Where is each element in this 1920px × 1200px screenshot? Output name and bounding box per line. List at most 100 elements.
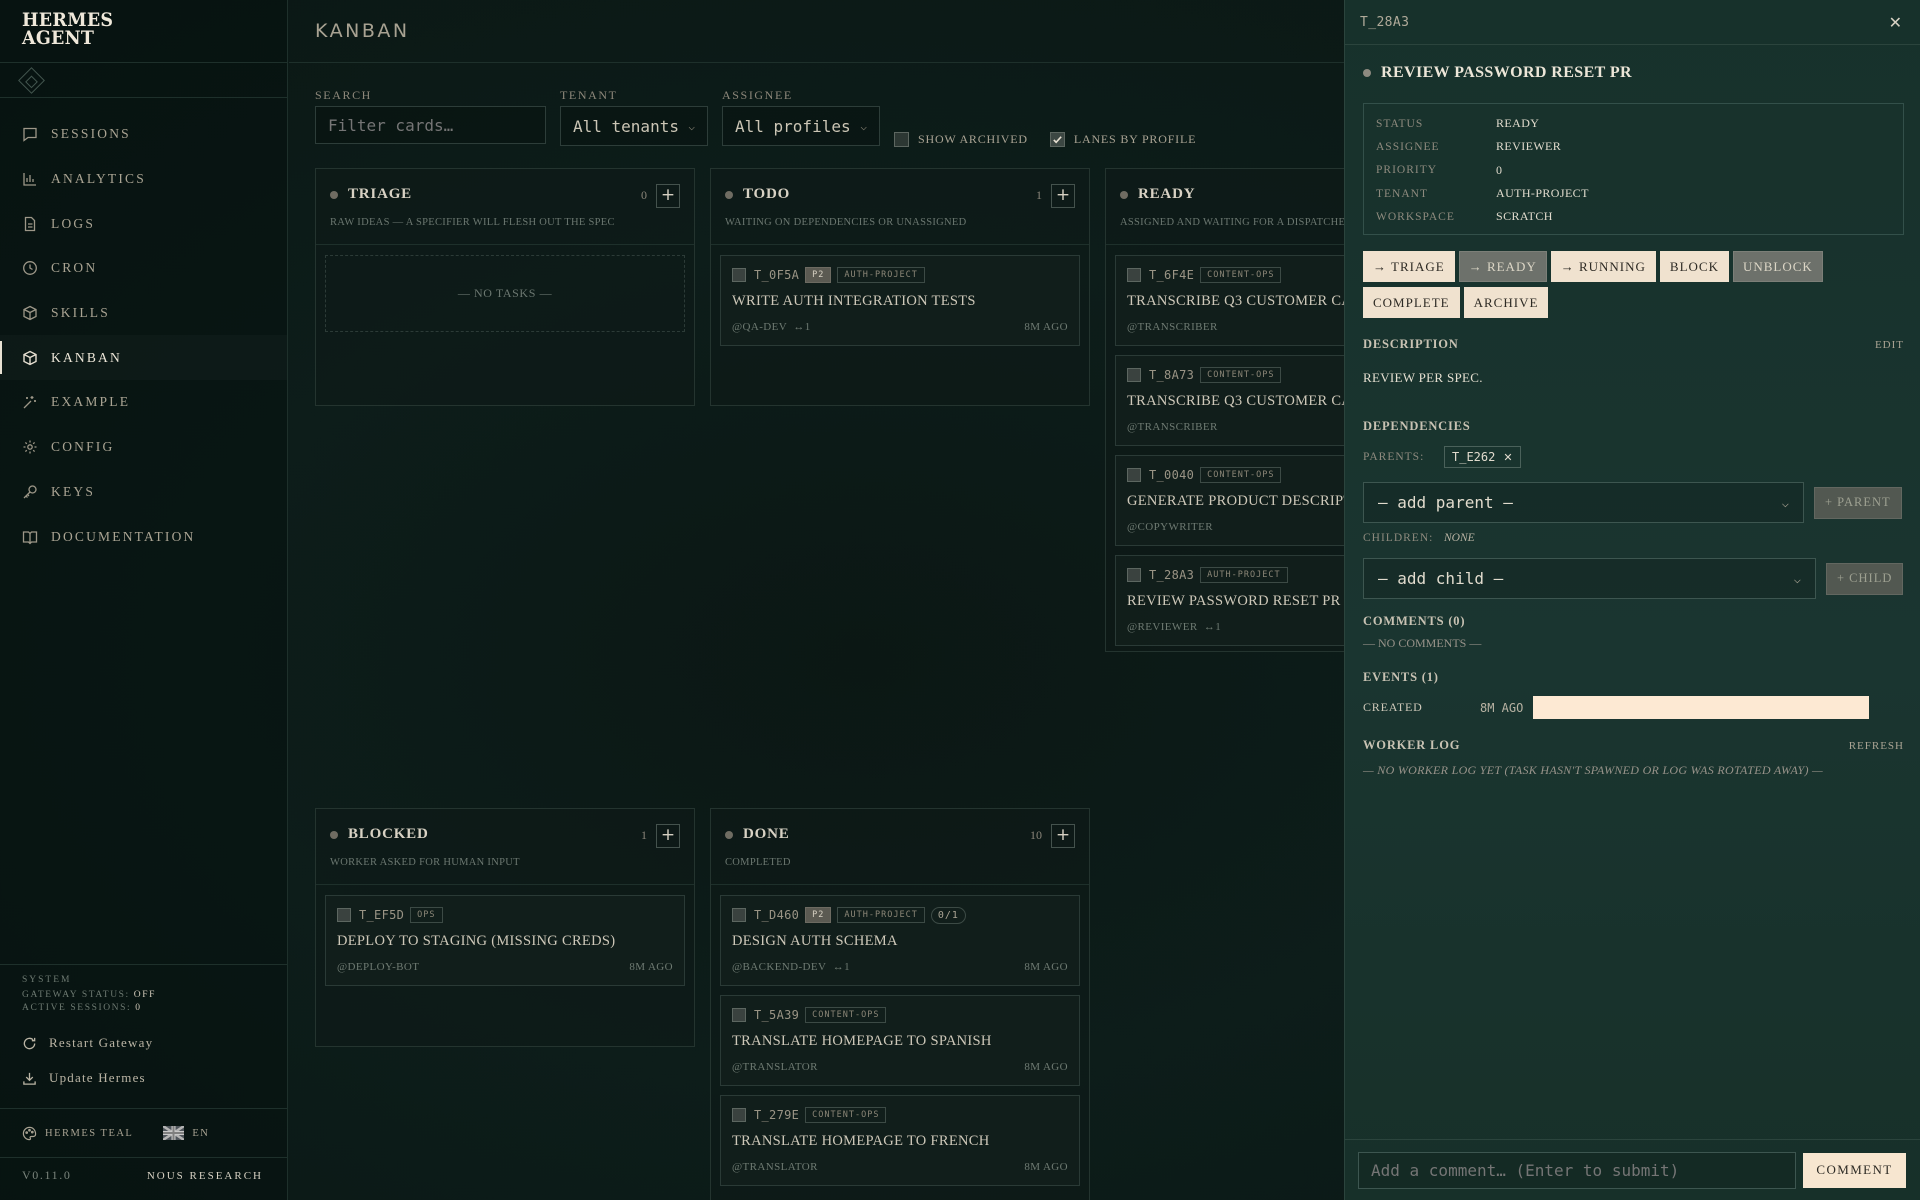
task-card[interactable]: T_279E CONTENT-OPS TRANSLATE HOMEPAGE TO …	[720, 1095, 1080, 1186]
add-card-button[interactable]: +	[1051, 824, 1075, 848]
system-panel: SYSTEM GATEWAY STATUS: OFF ACTIVE SESSIO…	[0, 964, 287, 1090]
task-card[interactable]: T_5A39 CONTENT-OPS TRANSLATE HOMEPAGE TO …	[720, 995, 1080, 1086]
drawer-title: REVIEW PASSWORD RESET PR	[1381, 64, 1632, 81]
dependencies-heading: DEPENDENCIES	[1363, 419, 1471, 434]
sidebar-item-cron[interactable]: CRON	[0, 246, 287, 291]
add-parent-button[interactable]: + PARENT	[1814, 486, 1902, 519]
tenant-label: TENANT	[560, 88, 618, 102]
remove-parent-icon[interactable]: ✕	[1503, 451, 1512, 464]
search-input[interactable]	[315, 106, 546, 144]
sidebar-item-example[interactable]: EXAMPLE	[0, 380, 287, 425]
move-to-ready-button[interactable]: → READY	[1458, 251, 1547, 283]
column-subtitle: RAW IDEAS — A SPECIFIER WILL FLESH OUT T…	[330, 217, 615, 228]
refresh-log-button[interactable]: REFRESH	[1849, 740, 1904, 752]
add-card-button[interactable]: +	[1051, 184, 1075, 208]
add-child-select[interactable]: — add child — ⌵	[1363, 558, 1816, 600]
card-title: TRANSLATE HOMEPAGE TO SPANISH	[732, 1033, 992, 1049]
event-payload	[1533, 696, 1869, 720]
card-time: 8M AGO	[1024, 321, 1068, 333]
sidebar-nav: SESSIONS ANALYTICS LOGS CRON SKILLS KANB…	[0, 112, 287, 559]
card-assignee: @TRANSCRIBER	[1127, 421, 1218, 433]
card-assignee: @DEPLOY-BOT	[337, 961, 420, 973]
tenant-tag: CONTENT-OPS	[1200, 267, 1282, 283]
card-checkbox[interactable]	[337, 908, 351, 922]
uk-flag-icon[interactable]	[163, 1126, 185, 1140]
task-card[interactable]: T_0040 CONTENT-OPS GENERATE PRODUCT DESCR…	[1115, 455, 1345, 546]
move-to-running-button[interactable]: → RUNNING	[1550, 251, 1656, 283]
chevron-down-icon: ⌵	[1781, 495, 1789, 510]
task-card[interactable]: T_EF5D OPS DEPLOY TO STAGING (MISSING CRE…	[325, 895, 685, 986]
sidebar-item-kanban[interactable]: KANBAN	[0, 335, 287, 380]
comments-heading: COMMENTS (0)	[1363, 614, 1466, 629]
move-to-triage-button[interactable]: → TRIAGE	[1363, 251, 1455, 283]
nous-research-link[interactable]: NOUS RESEARCH	[147, 1170, 263, 1182]
tenant-tag: AUTH-PROJECT	[837, 907, 925, 923]
sidebar-item-analytics[interactable]: ANALYTICS	[0, 157, 287, 202]
sidebar-item-sessions[interactable]: SESSIONS	[0, 112, 287, 157]
drawer-task-id: T_28A3	[1360, 14, 1410, 30]
task-card[interactable]: T_28A3 AUTH-PROJECT REVIEW PASSWORD RESET…	[1115, 555, 1345, 646]
lanes-by-profile-checkbox[interactable]	[1049, 132, 1065, 147]
logo[interactable]: HERMES AGENT	[0, 0, 287, 63]
card-checkbox[interactable]	[1127, 568, 1141, 582]
children-value: NONE	[1444, 532, 1475, 545]
comment-submit-button[interactable]: COMMENT	[1803, 1152, 1906, 1188]
parents-label: PARENTS:	[1363, 451, 1425, 464]
card-deps: ↔1	[1203, 621, 1222, 633]
event-time: 8M AGO	[1480, 700, 1524, 715]
card-checkbox[interactable]	[1127, 468, 1141, 482]
sidebar-item-keys[interactable]: KEYS	[0, 470, 287, 515]
info-key: ASSIGNEE	[1376, 140, 1440, 153]
card-assignee: @REVIEWER	[1127, 621, 1198, 633]
card-checkbox[interactable]	[732, 1108, 746, 1122]
task-card[interactable]: T_8A73 CONTENT-OPS TRANSCRIBE Q3 CUSTOMER…	[1115, 355, 1345, 446]
unblock-button[interactable]: UNBLOCK	[1732, 251, 1823, 283]
add-card-button[interactable]: +	[656, 184, 680, 208]
language-selector[interactable]: EN	[192, 1128, 209, 1139]
card-checkbox[interactable]	[732, 908, 746, 922]
sidebar-item-skills[interactable]: SKILLS	[0, 291, 287, 336]
task-card[interactable]: T_0F5A P2 AUTH-PROJECT WRITE AUTH INTEGRAT…	[720, 255, 1080, 346]
parent-chip[interactable]: T_E262 ✕	[1444, 446, 1521, 469]
card-checkbox[interactable]	[732, 268, 746, 282]
show-archived-checkbox[interactable]	[894, 132, 909, 147]
key-icon	[22, 484, 38, 500]
sidebar-item-documentation[interactable]: DOCUMENTATION	[0, 514, 287, 559]
tenant-select[interactable]: All tenants ⌵	[560, 106, 708, 146]
palette-icon[interactable]	[22, 1126, 37, 1141]
card-assignee: @TRANSCRIBER	[1127, 321, 1218, 333]
theme-label[interactable]: HERMES TEAL	[45, 1128, 133, 1139]
card-checkbox[interactable]	[1127, 268, 1141, 282]
filter-bar: SEARCH TENANT All tenants ⌵ ASSIGNEE All…	[315, 88, 1218, 147]
add-parent-select[interactable]: — add parent — ⌵	[1363, 482, 1804, 524]
info-key: WORKSPACE	[1376, 210, 1455, 223]
event-row: CREATED 8M AGO	[1363, 696, 1904, 720]
status-dot	[330, 190, 338, 199]
card-title: GENERATE PRODUCT DESCRIPTIONS	[1127, 493, 1345, 509]
restart-gateway-label: Restart Gateway	[49, 1035, 154, 1050]
comment-composer: COMMENT	[1345, 1139, 1920, 1200]
card-checkbox[interactable]	[732, 1008, 746, 1022]
sidebar-item-logs[interactable]: LOGS	[0, 201, 287, 246]
edit-description-button[interactable]: EDIT	[1875, 339, 1904, 351]
archive-button[interactable]: ARCHIVE	[1463, 287, 1549, 319]
add-child-button[interactable]: + CHILD	[1826, 562, 1904, 595]
task-card[interactable]: T_D460 P2 AUTH-PROJECT 0/1 DESIGN AUTH SCHE…	[720, 895, 1080, 986]
complete-button[interactable]: COMPLETE	[1363, 287, 1460, 319]
block-button[interactable]: BLOCK	[1659, 251, 1729, 283]
restart-gateway-button[interactable]: Restart Gateway	[22, 1031, 287, 1055]
add-card-button[interactable]: +	[656, 824, 680, 848]
update-hermes-button[interactable]: Update Hermes	[22, 1066, 287, 1090]
worker-log-heading: WORKER LOG	[1363, 738, 1461, 753]
sidebar-item-config[interactable]: CONFIG	[0, 425, 287, 470]
close-icon[interactable]: ✕	[1889, 13, 1902, 32]
tenant-tag: AUTH-PROJECT	[837, 267, 925, 283]
lanes-by-profile-toggle[interactable]: LANES BY PROFILE	[1049, 132, 1196, 147]
task-card[interactable]: T_6F4E CONTENT-OPS TRANSCRIBE Q3 CUSTOMER…	[1115, 255, 1345, 346]
show-archived-toggle[interactable]: SHOW ARCHIVED	[894, 132, 1028, 147]
cube-icon	[22, 350, 38, 366]
card-assignee: @QA-DEV	[732, 321, 788, 333]
assignee-select[interactable]: All profiles ⌵	[722, 106, 880, 146]
comment-input[interactable]	[1358, 1151, 1796, 1189]
card-checkbox[interactable]	[1127, 368, 1141, 382]
